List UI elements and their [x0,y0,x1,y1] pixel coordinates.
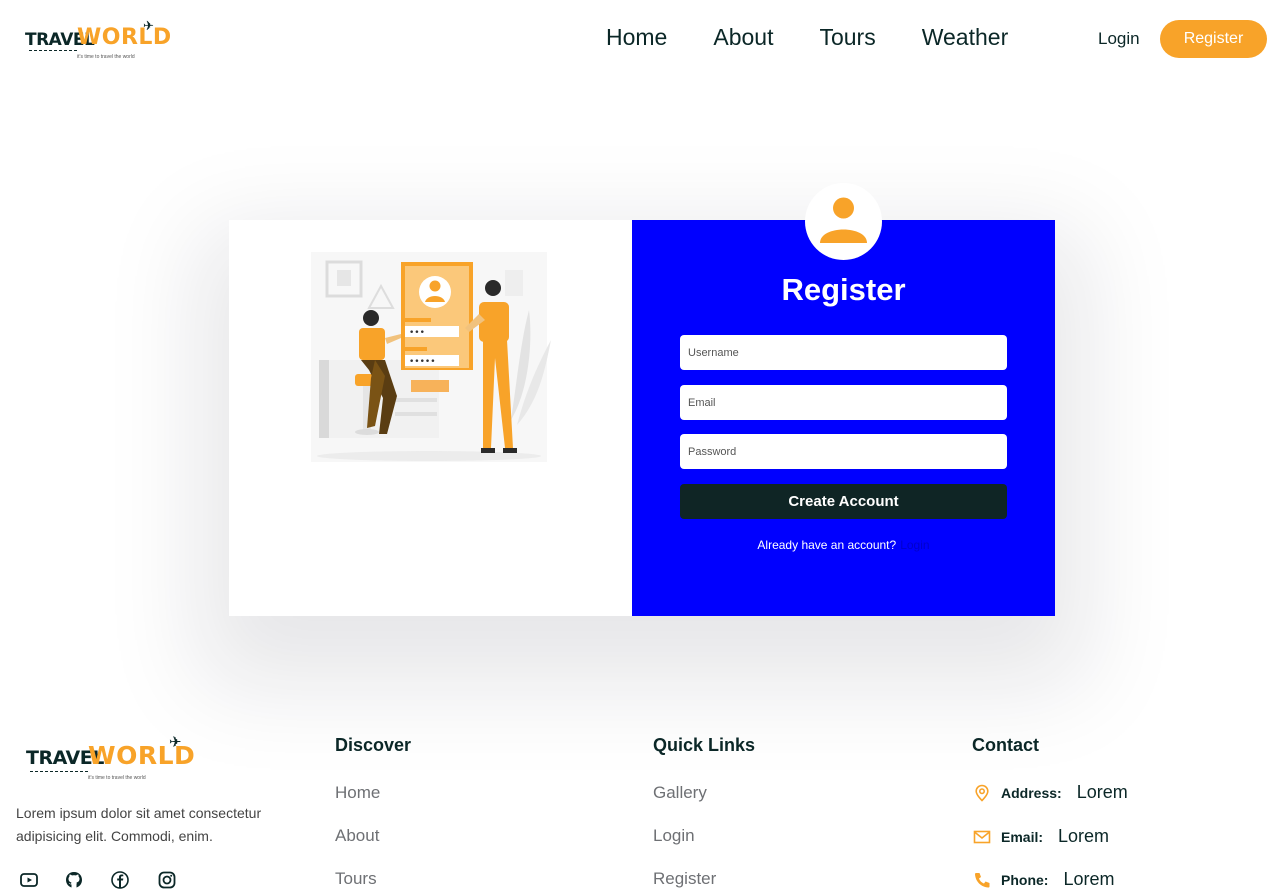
nav-tours[interactable]: Tours [819,24,875,51]
nav-weather[interactable]: Weather [922,24,1009,51]
phone-value: Lorem [1063,869,1115,889]
contact-address: Address: Lorem [972,782,1128,803]
nav-home[interactable]: Home [606,24,667,51]
footer-brand-logo[interactable]: TRAVEL WORLD ✈ it's time to travel the w… [26,734,195,785]
phone-icon [972,870,992,890]
form-title: Register [781,272,906,307]
user-avatar [805,183,882,260]
facebook-icon[interactable] [109,869,131,891]
footer-route-dash [30,771,88,772]
login-prompt: Already have an account? Login [632,538,1055,552]
instagram-icon[interactable] [156,869,178,891]
contact-phone: Phone: Lorem [972,869,1114,890]
footer-link-gallery[interactable]: Gallery [653,783,707,803]
email-input[interactable] [680,385,1007,420]
contact-title: Contact [972,735,1039,755]
mail-icon [972,827,992,847]
location-pin-icon [972,783,992,803]
footer-link-register[interactable]: Register [653,869,716,889]
main-nav: Home About Tours Weather [606,24,1054,51]
contact-email: Email: Lorem [972,826,1109,847]
user-icon [820,197,867,243]
footer-link-tours[interactable]: Tours [335,869,377,889]
footer-link-home[interactable]: Home [335,783,380,803]
password-input[interactable] [680,434,1007,469]
footer-brand-tagline: it's time to travel the world [88,775,146,781]
quick-links-title: Quick Links [653,735,756,755]
brand-tagline: it's time to travel the world [77,54,135,60]
airplane-icon: ✈ [143,18,154,33]
address-label: Address: [1001,784,1062,801]
register-form: Register Create Account Already have an … [229,183,1055,616]
header-register-button[interactable]: Register [1160,20,1267,58]
email-value: Lorem [1058,826,1110,846]
route-dash [29,50,77,51]
github-icon[interactable] [63,869,85,891]
phone-label: Phone: [1001,871,1049,888]
email-label: Email: [1001,828,1044,845]
address-value: Lorem [1076,782,1128,802]
youtube-icon[interactable] [18,869,40,891]
login-prompt-text: Already have an account? [757,538,897,552]
footer-airplane-icon: ✈ [169,734,182,751]
username-input[interactable] [680,335,1007,370]
create-account-button[interactable]: Create Account [680,484,1007,519]
brand-name-part2: WORLD [77,25,172,50]
footer-description: Lorem ipsum dolor sit amet consectetur a… [16,805,262,844]
nav-about[interactable]: About [713,24,773,51]
brand-logo[interactable]: TRAVEL WORLD ✈ it's time to travel the w… [25,18,171,64]
form-login-link[interactable]: Login [900,538,929,552]
header-login-link[interactable]: Login [1098,29,1140,49]
site-header: TRAVEL WORLD ✈ it's time to travel the w… [0,0,1280,80]
footer-link-login[interactable]: Login [653,826,695,846]
footer-link-about[interactable]: About [335,826,379,846]
discover-title: Discover [335,735,412,755]
